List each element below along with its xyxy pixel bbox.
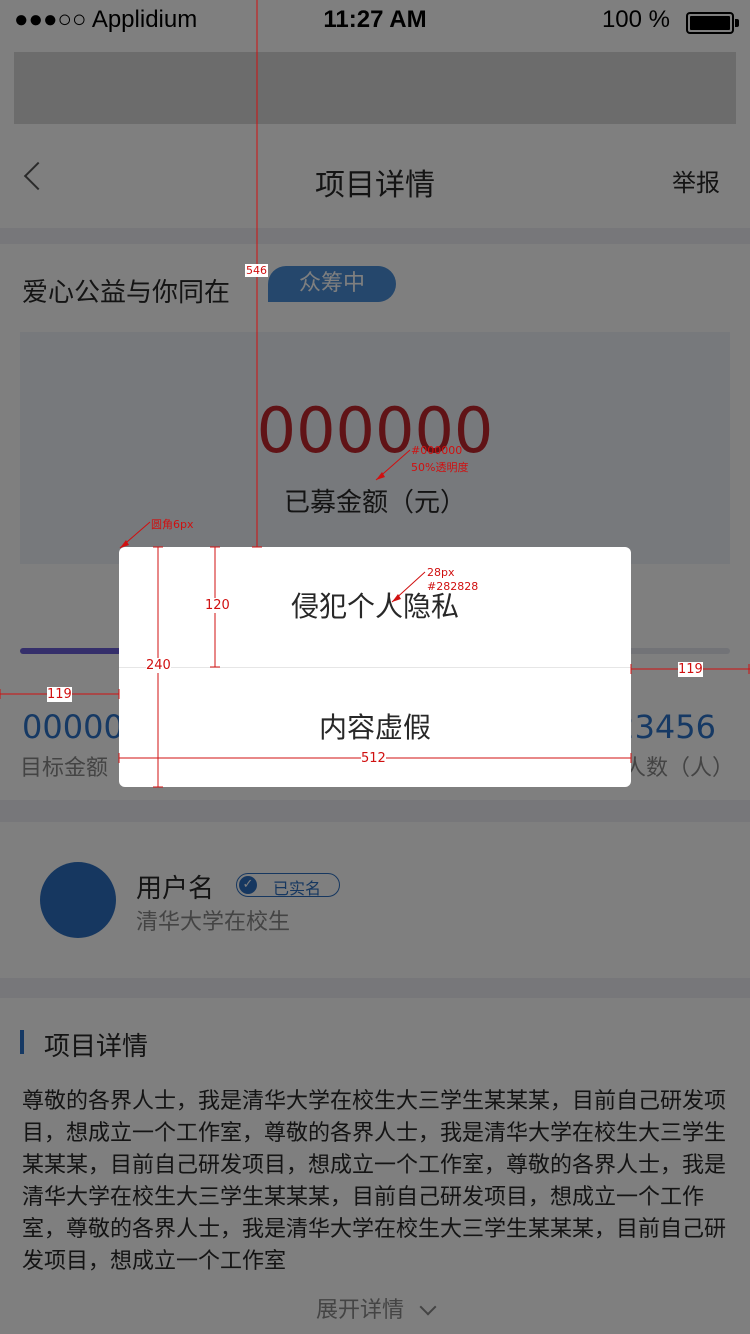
annotation-label: 240 xyxy=(146,658,171,673)
annotation-label: 50%透明度 xyxy=(411,461,469,474)
annotation-label: 512 xyxy=(361,751,386,766)
annotation-label: 546 xyxy=(245,264,268,277)
annotation-label: 120 xyxy=(205,598,230,613)
annotation-label: 119 xyxy=(47,687,72,702)
annotation-label: #000000 xyxy=(411,444,463,457)
annotation-label: 28px xyxy=(427,566,455,579)
annotation-label: 圆角6px xyxy=(151,518,194,531)
annotation-label: 119 xyxy=(678,662,703,677)
annotation-label: #282828 xyxy=(427,580,479,593)
annotation-lines xyxy=(0,0,750,788)
